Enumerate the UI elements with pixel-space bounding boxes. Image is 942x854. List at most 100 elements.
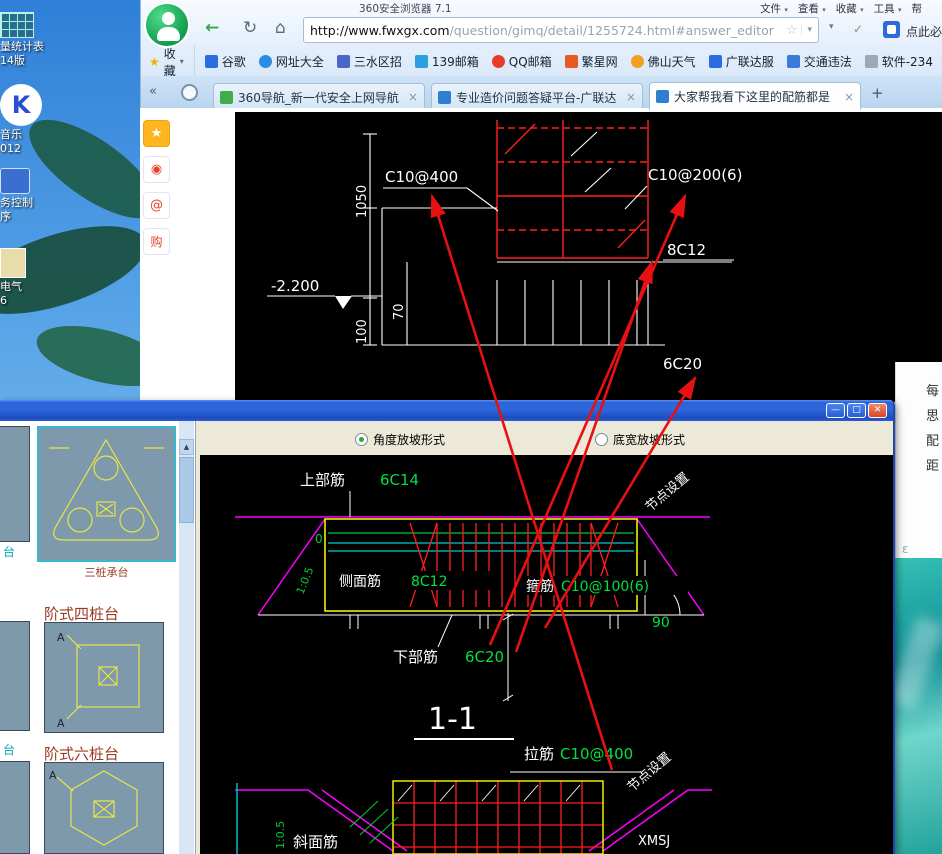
tab-close-icon[interactable]: × [408,90,418,104]
window-icon [0,168,30,194]
address-row: ← ↻ ⌂ http://www.fwxgx.com /question/gim… [141,14,942,47]
mail-at-icon[interactable]: @ [143,192,170,219]
six-pile-diagram: A [45,763,163,853]
promo-badge-icon[interactable] [883,21,900,38]
tab-label: 专业造价问题答疑平台-广联达 [456,89,621,106]
page-side-toolbar: ★ ◉ @ 购 [143,120,173,255]
desktop-icon-electric[interactable]: 电气 6 [0,248,70,308]
bookmark-sites[interactable]: 网址大全 [259,53,324,70]
radio-bottom-width-slope[interactable]: 底宽放坡形式 [595,431,685,448]
new-tab-button[interactable]: + [871,84,884,102]
favorites-button[interactable]: ★ 收藏 ▾ [149,45,195,79]
bookmark-sanshui[interactable]: 三水区招 [337,53,402,70]
template-thumb-six-pile[interactable]: A [44,762,164,854]
mail-icon [415,55,428,68]
refresh-button[interactable]: ↻ [243,18,257,38]
sun-icon [631,55,644,68]
caret-down-icon: ▾ [180,57,184,66]
address-bar[interactable]: http://www.fwxgx.com /question/gimq/deta… [303,17,819,43]
globe-icon [259,55,272,68]
slope-rebar-label: 斜面筋 [293,833,338,851]
desktop-icon-music[interactable]: K 音乐 012 [0,84,70,156]
maximize-button[interactable]: □ [847,403,866,418]
template-thumb-three-pile[interactable] [37,426,176,562]
node-setting-label: 节点设置 [643,470,692,515]
stirrup-label: 箍筋 [526,578,554,595]
desktop-icon-service[interactable]: 务控制 序 [0,168,70,224]
page-text-char: 配 [926,430,939,449]
template-caption-partial: 台 [3,543,15,560]
caret-down-icon: ▾ [860,6,864,14]
browser-titlebar: 360安全浏览器 7.1 文件 ▾ 查看 ▾ 收藏 ▾ 工具 ▾ 帮 [141,0,942,14]
rebar-stirrup-label: C10@200(6) [648,166,742,184]
desktop-icon-label: 电气 [0,280,70,294]
favorites-label: 收藏 [164,45,176,79]
tab-label: 360导航_新一代安全上网导航 [238,89,403,106]
google-icon [205,55,218,68]
check-icon[interactable]: ✓ [853,22,863,36]
page-right-strip: 每 思 配 距 ε [895,362,942,558]
radio-angle-slope[interactable]: 角度放坡形式 [355,431,445,448]
section-mark: A [49,769,57,782]
tab-close-icon[interactable]: × [844,90,854,104]
template-thumb-four-pile[interactable]: A A [44,622,164,733]
bookmarks-bar: ★ 收藏 ▾ 谷歌 网址大全 三水区招 139邮箱 QQ邮箱 繁星网 佛山天气 … [141,48,942,75]
star-site-icon [565,55,578,68]
desktop-icon-stats[interactable]: 量统计表 14版 [0,12,70,68]
minimize-button[interactable]: — [826,403,845,418]
bookmark-traffic[interactable]: 交通违法 [787,53,852,70]
radio-selected-icon [355,433,368,446]
home-button[interactable]: ⌂ [275,18,286,38]
scrollbar-thumb[interactable] [179,457,194,523]
template-caption: 阶式六桩台 [44,743,119,764]
qq-icon [492,55,505,68]
template-scrollbar[interactable]: ▲ [179,421,194,854]
bookmark-qqmail[interactable]: QQ邮箱 [492,53,552,70]
shopping-icon[interactable]: 购 [143,228,170,255]
section-mark: A [57,631,65,644]
desktop-icon-label: 序 [0,210,70,224]
tab-label: 大家帮我看下这里的配筋都是 [674,88,839,105]
browser-360-logo [144,2,190,48]
dialog-body: 角度放坡形式 底宽放坡形式 台 台 [0,421,893,854]
radio-unselected-icon [595,433,608,446]
side-rebar-value: 8C12 [411,574,448,590]
bookmark-glodon[interactable]: 广联达服 [709,53,774,70]
tab-close-icon[interactable]: × [626,90,636,104]
radio-label: 角度放坡形式 [373,431,445,448]
radio-label: 底宽放坡形式 [613,431,685,448]
tabs-scroll-left-button[interactable]: « [149,84,157,99]
bottom-rebar-label: 下部筋 [393,648,438,666]
template-thumb-partial[interactable] [0,621,30,731]
page-text-char: 思 [926,405,939,424]
bookmark-fanxing[interactable]: 繁星网 [565,53,618,70]
weibo-icon[interactable]: ◉ [143,156,170,183]
address-dropdown-icon[interactable]: ▾ [801,25,812,35]
xmsj-label: XMSJ [638,834,670,849]
tab-glodon-qa[interactable]: 专业造价问题答疑平台-广联达 × [431,83,643,110]
top-rebar-label: 上部筋 [300,471,345,489]
table-icon [0,12,34,38]
desktop-icon-label: 6 [0,294,70,308]
dialog-titlebar[interactable]: — □ ✕ [0,400,893,421]
template-thumb-partial[interactable] [0,426,30,542]
template-thumb-partial[interactable] [0,761,30,854]
scrollbar-up-icon[interactable]: ▲ [179,439,194,455]
close-button[interactable]: ✕ [868,403,887,418]
favorite-tool-icon[interactable]: ★ [143,120,170,147]
speed-dial-button[interactable] [181,84,198,101]
rebar-side-label: 8C12 [667,241,706,259]
desktop-icon-label: 量统计表 [0,40,70,54]
url-dropdown-button[interactable]: ▾ [829,22,834,32]
bookmark-139mail[interactable]: 139邮箱 [415,53,479,70]
back-button[interactable]: ← [205,18,219,38]
bookmark-weather[interactable]: 佛山天气 [631,53,696,70]
promo-text[interactable]: 点此必 [906,23,942,40]
tab-rebar-question[interactable]: 大家帮我看下这里的配筋都是 × [649,82,861,110]
tab-360-nav[interactable]: 360导航_新一代安全上网导航 × [213,83,425,110]
rebar-bottom-label: 6C20 [663,355,702,373]
bookmark-star-icon[interactable]: ☆ [786,23,798,38]
section-label: 1-1 [428,702,477,737]
bookmark-google[interactable]: 谷歌 [205,53,246,70]
bookmark-software[interactable]: 软件-234 [865,53,933,70]
